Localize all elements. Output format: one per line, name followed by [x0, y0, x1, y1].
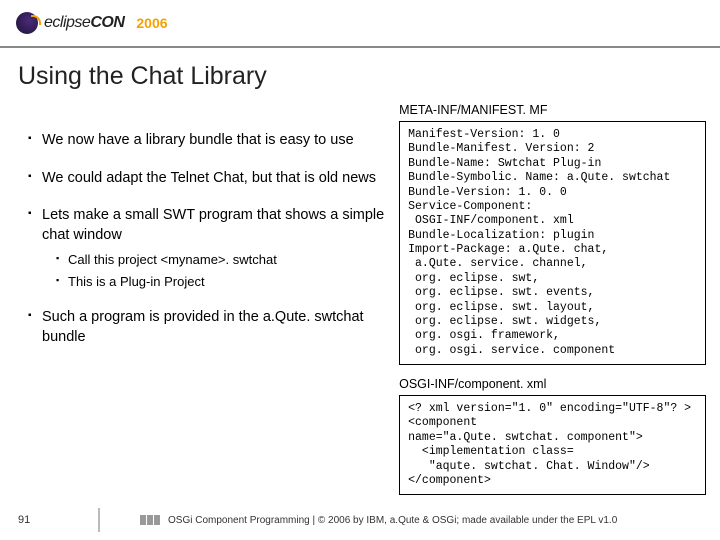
- manifest-code: Manifest-Version: 1. 0 Bundle-Manifest. …: [399, 121, 706, 365]
- footer-text: OSGi Component Programming | © 2006 by I…: [168, 515, 617, 526]
- sub-bullet-item: Call this project <myname>. swtchat: [56, 251, 389, 269]
- bullet-item: Lets make a small SWT program that shows…: [28, 206, 389, 290]
- component-code: <? xml version="1. 0" encoding="UTF-8"? …: [399, 395, 706, 495]
- bullet-text: Lets make a small SWT program that shows…: [42, 207, 384, 243]
- logo: eclipseCON 2006: [16, 12, 168, 34]
- footer-icon: [140, 515, 160, 525]
- header-bar: eclipseCON 2006: [0, 0, 720, 48]
- bullet-column: We now have a library bundle that is eas…: [14, 101, 389, 507]
- logo-text: eclipseCON: [44, 14, 124, 32]
- page-number: 91: [18, 514, 58, 526]
- bullet-text: Such a program is provided in the a.Qute…: [42, 309, 364, 345]
- bullet-text: We now have a library bundle that is eas…: [42, 132, 354, 148]
- code-column: META-INF/MANIFEST. MF Manifest-Version: …: [399, 101, 706, 507]
- bullet-item: Such a program is provided in the a.Qute…: [28, 308, 389, 347]
- component-label: OSGI-INF/component. xml: [399, 377, 706, 391]
- slide-title: Using the Chat Library: [0, 48, 720, 101]
- bullet-item: We now have a library bundle that is eas…: [28, 131, 389, 151]
- sub-bullet-item: This is a Plug-in Project: [56, 273, 389, 291]
- eclipse-icon: [16, 12, 38, 34]
- logo-year: 2006: [136, 15, 167, 31]
- content-area: We now have a library bundle that is eas…: [0, 101, 720, 507]
- bullet-item: We could adapt the Telnet Chat, but that…: [28, 169, 389, 189]
- manifest-label: META-INF/MANIFEST. MF: [399, 103, 706, 117]
- footer-divider: [98, 508, 100, 532]
- bullet-text: We could adapt the Telnet Chat, but that…: [42, 170, 376, 186]
- footer: 91 OSGi Component Programming | © 2006 b…: [0, 508, 720, 532]
